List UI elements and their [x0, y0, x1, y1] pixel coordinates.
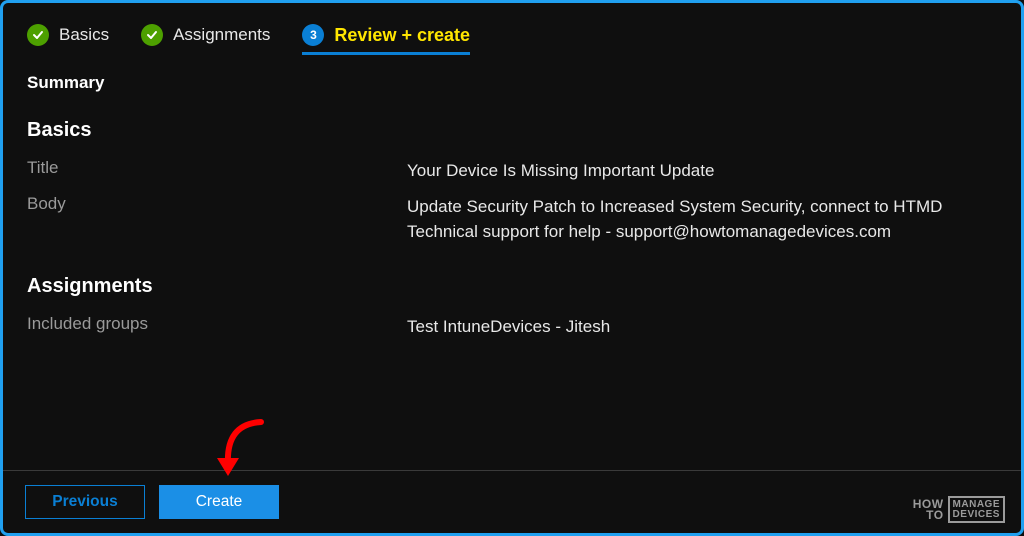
title-value: Your Device Is Missing Important Update	[407, 158, 1001, 184]
create-button[interactable]: Create	[159, 485, 279, 519]
section-basics: Basics	[27, 119, 1001, 142]
title-label: Title	[27, 158, 407, 184]
wizard-steps: Basics Assignments 3 Review + create	[27, 17, 1001, 53]
watermark-text: TO	[913, 510, 944, 521]
step-assignments[interactable]: Assignments	[141, 24, 270, 46]
step-label: Review + create	[334, 25, 470, 46]
body-value: Update Security Patch to Increased Syste…	[407, 194, 1001, 245]
step-label: Assignments	[173, 25, 270, 45]
wizard-frame: Basics Assignments 3 Review + create Sum…	[0, 0, 1024, 536]
wizard-footer: Previous Create	[3, 470, 1021, 533]
basics-grid: Title Your Device Is Missing Important U…	[27, 158, 1001, 245]
summary-content: Summary Basics Title Your Device Is Miss…	[27, 53, 1001, 339]
previous-button[interactable]: Previous	[25, 485, 145, 519]
step-review-create[interactable]: 3 Review + create	[302, 24, 470, 55]
assignments-grid: Included groups Test IntuneDevices - Jit…	[27, 314, 1001, 340]
step-number-icon: 3	[302, 24, 324, 46]
step-basics[interactable]: Basics	[27, 24, 109, 46]
watermark-text: DEVICES	[953, 510, 1000, 520]
summary-heading: Summary	[27, 73, 1001, 93]
step-label: Basics	[59, 25, 109, 45]
body-label: Body	[27, 194, 407, 245]
included-groups-value: Test IntuneDevices - Jitesh	[407, 314, 1001, 340]
included-groups-label: Included groups	[27, 314, 407, 340]
watermark-logo: HOW TO MANAGE DEVICES	[913, 496, 1005, 523]
section-assignments: Assignments	[27, 275, 1001, 298]
check-icon	[27, 24, 49, 46]
check-icon	[141, 24, 163, 46]
